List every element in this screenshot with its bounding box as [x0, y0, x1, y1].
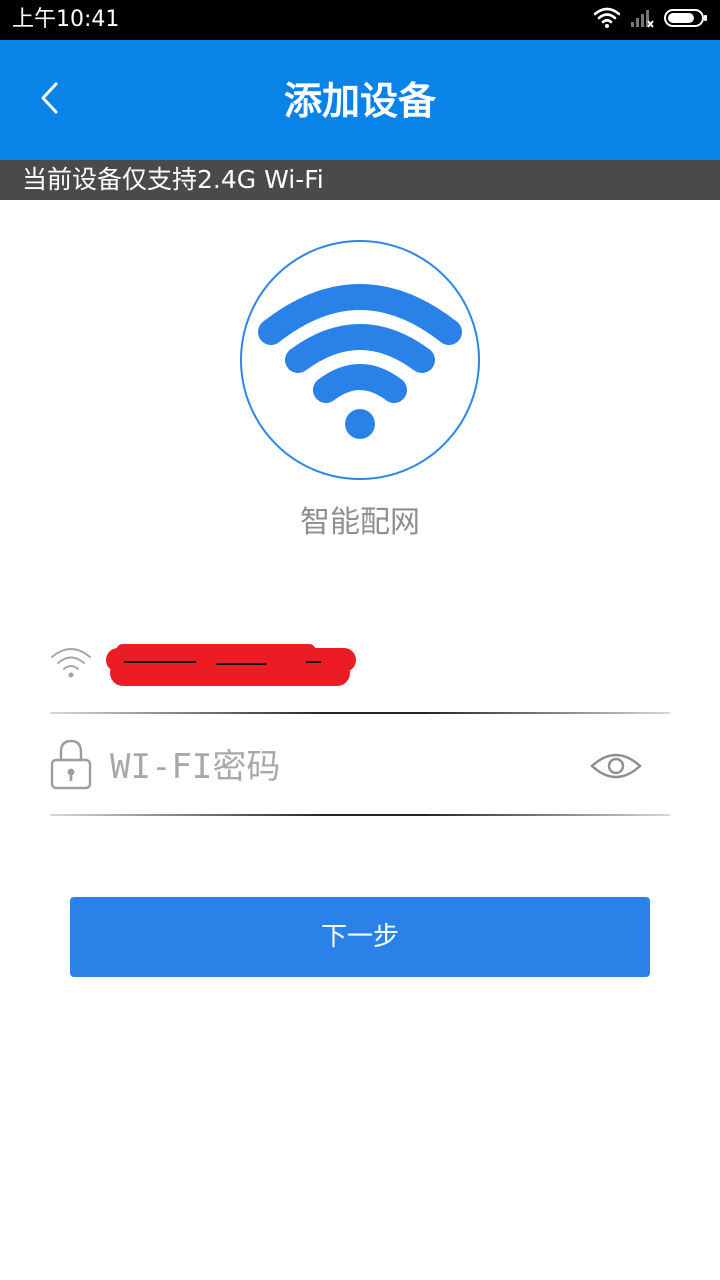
status-time: 上午10:41	[12, 7, 120, 32]
smart-config-label: 智能配网	[300, 505, 420, 540]
status-bar: 上午10:41	[0, 0, 720, 40]
wifi-icon	[50, 646, 92, 682]
wifi-hero	[240, 240, 480, 480]
eye-icon[interactable]	[590, 750, 642, 786]
password-underline	[50, 814, 670, 816]
password-input[interactable]	[108, 742, 552, 792]
battery-icon	[664, 8, 708, 32]
ssid-field[interactable]	[50, 614, 670, 714]
app-bar: 添加设备	[0, 40, 720, 160]
notice-text: 当前设备仅支持2.4G Wi-Fi	[22, 165, 324, 194]
notice-bar: 当前设备仅支持2.4G Wi-Fi	[0, 160, 720, 200]
ssid-underline	[50, 712, 670, 714]
next-button[interactable]: 下一步	[70, 897, 650, 977]
status-icons	[593, 7, 708, 33]
signal-icon	[630, 8, 654, 32]
lock-icon	[50, 738, 92, 794]
password-field[interactable]	[50, 716, 670, 816]
ssid-value-redacted	[106, 642, 366, 690]
wifi-icon	[593, 7, 621, 33]
page-title: 添加设备	[283, 79, 436, 123]
